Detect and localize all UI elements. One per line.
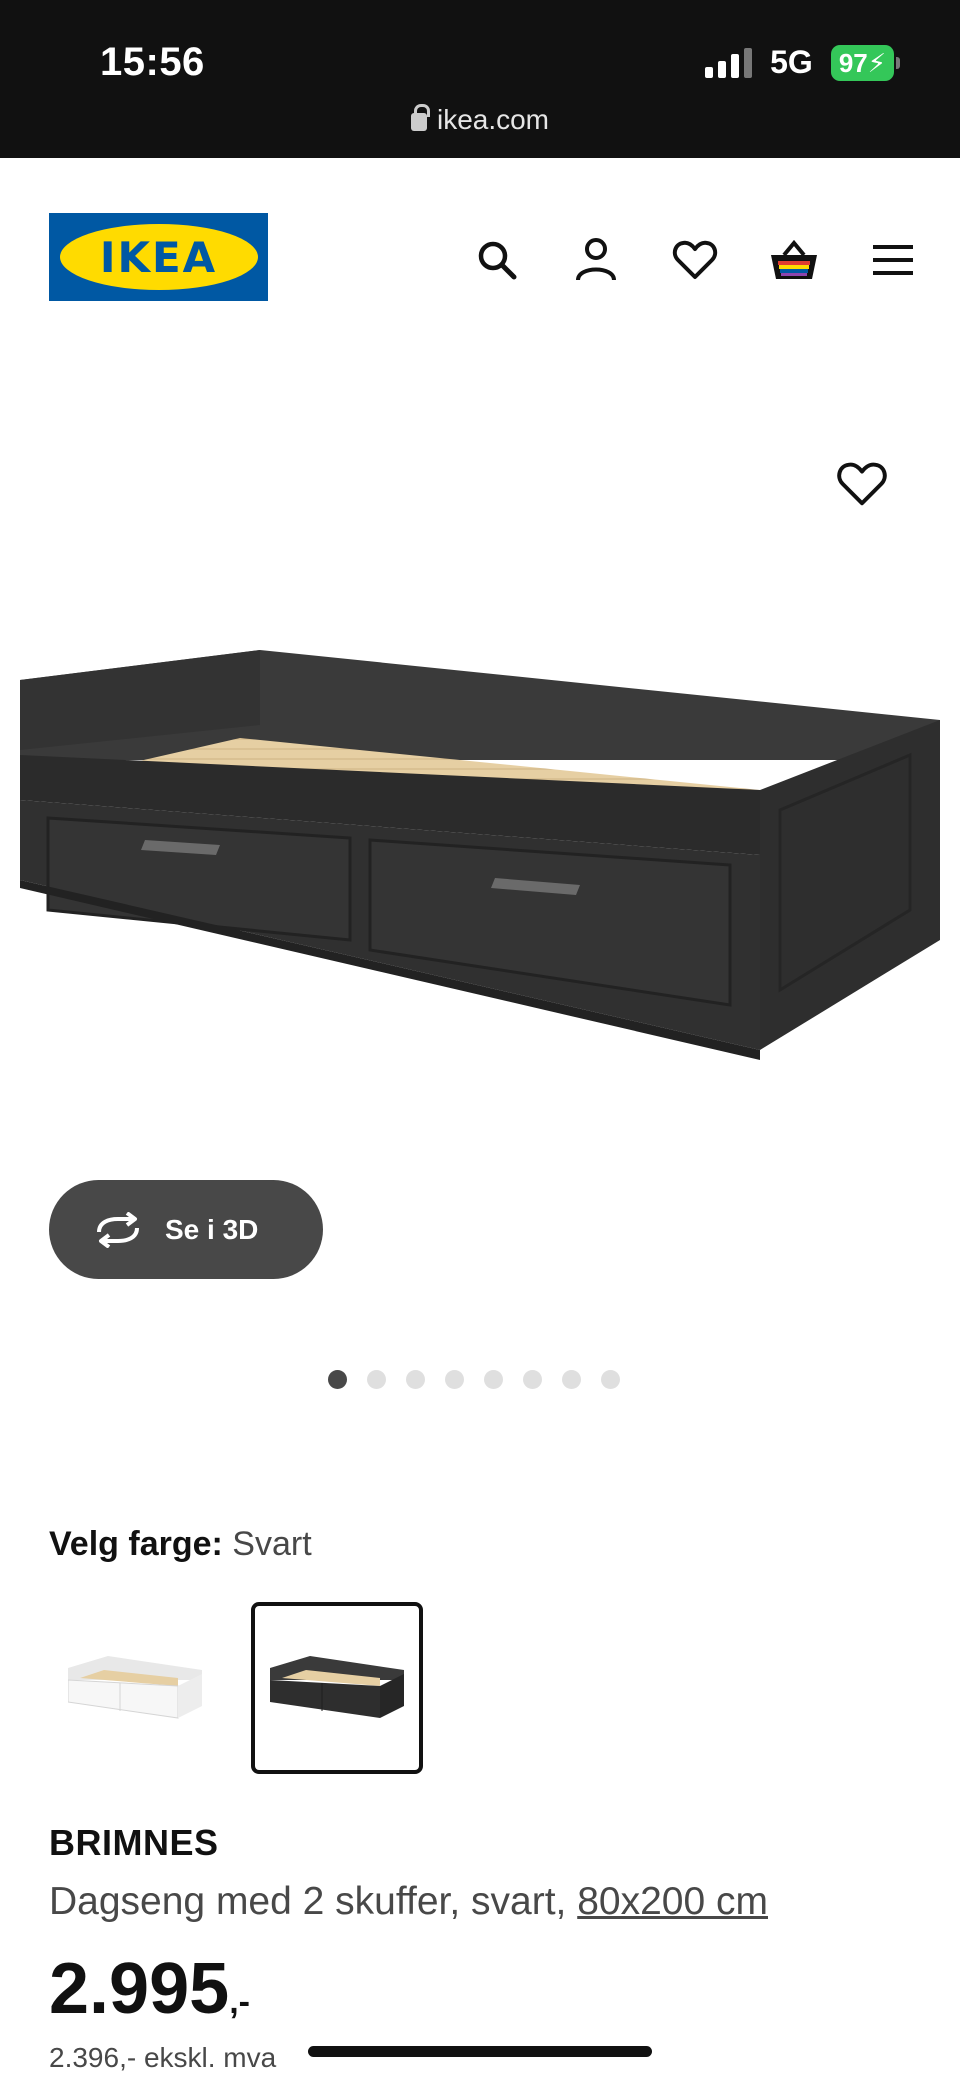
user-icon[interactable] <box>569 233 623 287</box>
price-suffix: ,- <box>229 1983 250 2021</box>
battery-level: 97 <box>838 47 868 78</box>
gallery-pagination <box>0 1370 954 1389</box>
search-icon[interactable] <box>470 233 524 287</box>
status-time: 15:56 <box>100 40 205 84</box>
size-link[interactable]: 80x200 cm <box>577 1880 768 1923</box>
price-main: 2.995 <box>49 1949 230 2029</box>
lock-icon <box>410 104 430 131</box>
header-icons <box>470 233 920 287</box>
network-type: 5G <box>770 44 813 80</box>
menu-icon[interactable] <box>866 233 920 287</box>
favourite-heart-icon[interactable] <box>836 460 888 512</box>
url-text: ikea.com <box>436 104 550 135</box>
price-excl-vat: 2.396,- ekskl. mva <box>49 2042 277 2073</box>
view-in-3d-label: Se i 3D <box>165 1213 259 1245</box>
status-indicators: 5G 97⚡ <box>705 44 900 81</box>
product-description-text: Dagseng med 2 skuffer, svart, <box>49 1880 578 1923</box>
product-description: Dagseng med 2 skuffer, svart, 80x200 cm <box>49 1880 768 1924</box>
heart-icon[interactable] <box>668 233 722 287</box>
product-price: 2.995,- <box>49 1948 250 2030</box>
status-bar: 15:56 5G 97⚡ ikea.com <box>0 0 960 158</box>
gallery-dot[interactable] <box>328 1370 347 1389</box>
basket-icon[interactable] <box>767 233 821 287</box>
gallery-dot[interactable] <box>601 1370 620 1389</box>
color-swatches <box>49 1602 423 1774</box>
gallery-dot[interactable] <box>484 1370 503 1389</box>
product-gallery[interactable]: Se i 3D <box>0 370 960 1389</box>
site-header: IKEA <box>0 158 960 358</box>
rotate-3d-icon <box>97 1211 139 1248</box>
battery-icon: 97⚡ <box>830 44 900 81</box>
color-value: Svart <box>232 1525 312 1563</box>
logo-text: IKEA <box>99 232 218 282</box>
color-label-title: Velg farge: <box>49 1525 223 1563</box>
view-in-3d-button[interactable]: Se i 3D <box>49 1180 323 1279</box>
signal-icon <box>705 47 753 78</box>
gallery-dot[interactable] <box>367 1370 386 1389</box>
ikea-logo[interactable]: IKEA <box>49 213 268 301</box>
color-label: Velg farge: Svart <box>49 1525 312 1564</box>
gallery-dot[interactable] <box>523 1370 542 1389</box>
gallery-dot[interactable] <box>445 1370 464 1389</box>
gallery-dot[interactable] <box>562 1370 581 1389</box>
swatch-white[interactable] <box>49 1602 221 1774</box>
product-name: BRIMNES <box>49 1822 219 1863</box>
swatch-black[interactable] <box>251 1602 423 1774</box>
gallery-dot[interactable] <box>406 1370 425 1389</box>
product-image <box>20 650 940 1070</box>
home-indicator <box>308 2046 652 2057</box>
address-bar[interactable]: ikea.com <box>0 104 960 136</box>
